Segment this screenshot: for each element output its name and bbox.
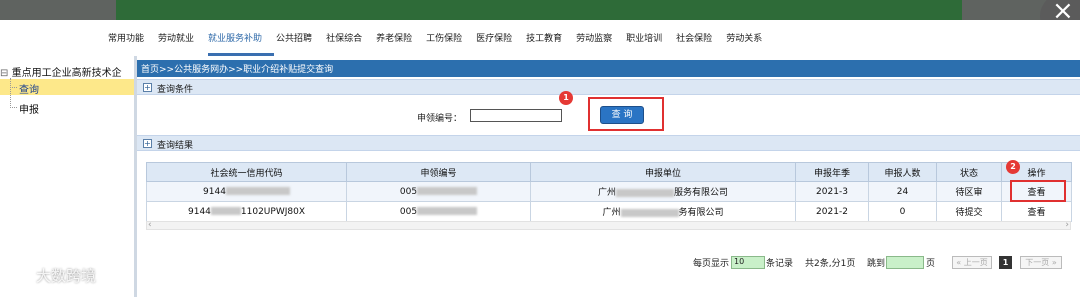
expand-icon[interactable]: + <box>143 83 152 92</box>
nav-item[interactable]: 医疗保险 <box>476 31 512 44</box>
top-banner <box>116 0 962 20</box>
col-header-period: 申报年季 <box>795 162 869 182</box>
main-nav: 常用功能 劳动就业 就业服务补助 公共招聘 社保综合 养老保险 工伤保险 医疗保险 技工教育 劳动… <box>0 20 1080 56</box>
per-page-label: 每页显示 <box>693 259 730 269</box>
tree-connector <box>10 107 17 108</box>
status-cell: 待区审 <box>936 181 1002 202</box>
tree-connector <box>10 87 17 88</box>
apply-no-label: 申领编号： <box>417 114 463 124</box>
scroll-left-icon[interactable]: ‹ <box>148 220 152 230</box>
breadcrumb: 首页>>公共服务网办>>职业介绍补贴提交查询 <box>137 60 1080 77</box>
nav-item[interactable]: 就业服务补助 <box>208 31 262 44</box>
nav-item[interactable]: 职业培训 <box>626 31 662 44</box>
apply-no-input[interactable] <box>470 109 562 122</box>
query-section-header[interactable]: + 查询条件 <box>137 79 1080 95</box>
per-page-suffix: 条记录 <box>766 259 794 269</box>
horizontal-scrollbar[interactable]: ‹ › <box>146 220 1071 230</box>
jump-page-suffix: 页 <box>926 259 936 269</box>
result-table: 社会统一信用代码 申领编号 申报单位 申报年季 申报人数 状态 操作 9144 … <box>146 162 1072 222</box>
query-section-title: 查询条件 <box>157 85 194 95</box>
current-page[interactable]: 1 <box>999 256 1012 269</box>
prev-page-button[interactable]: « 上一页 <box>952 256 992 269</box>
per-page-input[interactable]: 10 <box>731 256 765 269</box>
nav-item[interactable]: 公共招聘 <box>276 31 312 44</box>
nav-item[interactable]: 社会保险 <box>676 31 712 44</box>
col-header-count: 申报人数 <box>868 162 937 182</box>
period-cell: 2021-2 <box>795 201 869 222</box>
credit-code-cell: 9144 <box>146 181 347 202</box>
nav-item[interactable]: 技工教育 <box>526 31 562 44</box>
tree-item-query[interactable]: 查询 <box>19 81 39 96</box>
page-summary: 共2条,分1页 <box>805 259 856 269</box>
jump-page-input[interactable] <box>886 256 924 269</box>
status-cell: 待提交 <box>936 201 1002 222</box>
main-panel: 首页>>公共服务网办>>职业介绍补贴提交查询 + 查询条件 申领编号： 查 询 … <box>137 56 1080 297</box>
tree-root-label: 重点用工企业高新技术企 <box>11 68 122 79</box>
highlight-box-query <box>588 97 664 131</box>
nav-item[interactable]: 社保综合 <box>326 31 362 44</box>
result-section-header[interactable]: + 查询结果 <box>137 135 1080 151</box>
tree-connector <box>10 78 11 108</box>
nav-item[interactable]: 常用功能 <box>108 31 144 44</box>
expand-icon[interactable]: + <box>143 139 152 148</box>
col-header-credit-code: 社会统一信用代码 <box>146 162 347 182</box>
collapse-icon[interactable]: ⊟ <box>0 68 8 79</box>
nav-item[interactable]: 劳动就业 <box>158 31 194 44</box>
apply-no-cell: 005 <box>346 201 531 222</box>
left-tree: ⊟ 重点用工企业高新技术企 查询 申报 <box>0 56 134 297</box>
table-row: 9144 005 广州 服务有限公司 2021-3 24 待区审 查看 <box>146 181 1072 202</box>
tree-root[interactable]: ⊟ 重点用工企业高新技术企 <box>0 64 122 79</box>
step-badge-2: 2 <box>1006 160 1020 174</box>
result-section-title: 查询结果 <box>157 141 194 151</box>
scroll-right-icon[interactable]: › <box>1065 220 1069 230</box>
credit-code-cell: 9144 1102UPWJ80X <box>146 201 347 222</box>
count-cell: 24 <box>868 181 937 202</box>
watermark-text: 大数跨境 <box>36 267 97 285</box>
tree-item-apply[interactable]: 申报 <box>19 101 39 116</box>
col-header-apply-no: 申领编号 <box>346 162 531 182</box>
step-badge-1: 1 <box>559 91 573 105</box>
highlight-box-view <box>1010 180 1066 202</box>
nav-item[interactable]: 劳动监察 <box>576 31 612 44</box>
apply-no-cell: 005 <box>346 181 531 202</box>
unit-cell: 广州 服务有限公司 <box>530 181 796 202</box>
nav-item[interactable]: 工伤保险 <box>426 31 462 44</box>
col-header-status: 状态 <box>936 162 1002 182</box>
window-top-bar <box>0 0 1080 20</box>
unit-cell: 广州 务有限公司 <box>530 201 796 222</box>
view-link[interactable]: 查看 <box>1001 201 1072 222</box>
col-header-unit: 申报单位 <box>530 162 796 182</box>
nav-item[interactable]: 劳动关系 <box>726 31 762 44</box>
next-page-button[interactable]: 下一页 » <box>1020 256 1062 269</box>
nav-item[interactable]: 养老保险 <box>376 31 412 44</box>
period-cell: 2021-3 <box>795 181 869 202</box>
table-row: 9144 1102UPWJ80X 005 广州 务有限公司 2021-2 0 待提交… <box>146 201 1072 222</box>
nav-items: 常用功能 劳动就业 就业服务补助 公共招聘 社保综合 养老保险 工伤保险 医疗保险 技工教育 劳动… <box>108 31 776 44</box>
jump-label: 跳到 <box>867 259 886 269</box>
count-cell: 0 <box>868 201 937 222</box>
